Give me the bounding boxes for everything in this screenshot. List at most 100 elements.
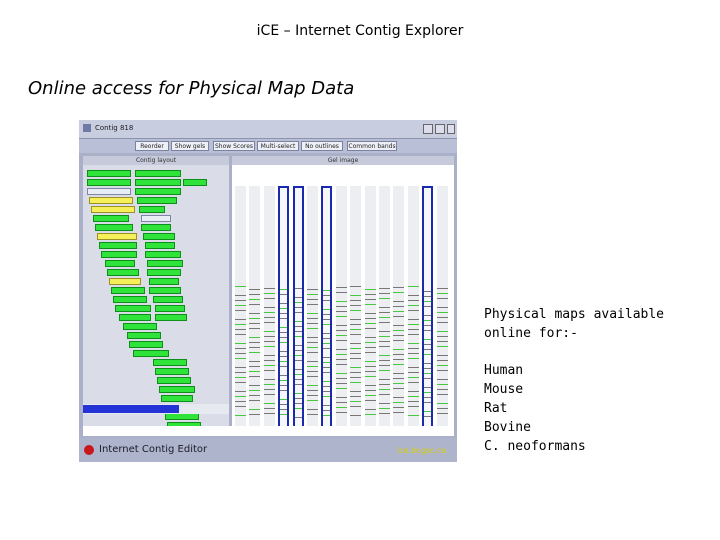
- clone-box[interactable]: [133, 350, 169, 357]
- clone-box[interactable]: [93, 215, 129, 222]
- show-gels-button[interactable]: Show gels: [171, 141, 209, 151]
- clone-box[interactable]: [127, 332, 161, 339]
- gel-lane[interactable]: [393, 186, 405, 432]
- gel-band: [307, 395, 318, 396]
- gel-band: [235, 324, 246, 325]
- gel-lane[interactable]: [379, 186, 390, 432]
- gel-band: [249, 400, 261, 401]
- clone-box[interactable]: [87, 170, 131, 177]
- clone-box[interactable]: [155, 305, 185, 312]
- gel-lane[interactable]: [235, 186, 246, 432]
- clone-box[interactable]: [153, 296, 183, 303]
- gel-band: [424, 392, 432, 393]
- clone-box[interactable]: [143, 233, 175, 240]
- clone-box-selected[interactable]: [109, 278, 141, 285]
- clone-box[interactable]: [111, 287, 145, 294]
- gel-band: [280, 409, 288, 410]
- gel-lane[interactable]: [292, 186, 304, 432]
- clone-box[interactable]: [149, 278, 179, 285]
- contig-layout-header: Contig layout: [83, 156, 229, 165]
- gel-band: [424, 296, 432, 297]
- clone-box[interactable]: [135, 170, 181, 177]
- clone-box[interactable]: [147, 269, 181, 276]
- clone-box[interactable]: [123, 323, 157, 330]
- toolbar: Reorder Show gels Show Scores Multi-sele…: [79, 139, 457, 153]
- clone-box[interactable]: [141, 224, 171, 231]
- clone-box[interactable]: [105, 260, 135, 267]
- maximize-icon[interactable]: [435, 124, 445, 134]
- gel-band: [393, 412, 405, 413]
- gel-lane[interactable]: [350, 186, 362, 432]
- gel-band: [350, 329, 362, 330]
- common-bands-button[interactable]: Common bands: [347, 141, 397, 151]
- gel-lane[interactable]: [364, 186, 376, 432]
- minimize-icon[interactable]: [423, 124, 433, 134]
- clone-box-selected[interactable]: [89, 197, 133, 204]
- gel-band: [323, 381, 331, 382]
- gel-band: [235, 396, 246, 397]
- clone-box[interactable]: [95, 224, 133, 231]
- clone-box[interactable]: [107, 269, 139, 276]
- clone-box[interactable]: [137, 197, 177, 204]
- gel-band: [335, 383, 347, 384]
- clone-box[interactable]: [165, 413, 199, 420]
- gel-lane[interactable]: [307, 186, 318, 432]
- no-outlines-button[interactable]: No outlines: [301, 141, 343, 151]
- clone-box[interactable]: [129, 341, 163, 348]
- clone-box[interactable]: [145, 251, 181, 258]
- clone-box[interactable]: [161, 395, 193, 402]
- gel-band: [249, 395, 261, 396]
- clone-box-selected[interactable]: [97, 233, 137, 240]
- gel-band: [263, 298, 275, 299]
- gel-band: [294, 336, 302, 337]
- gel-lane[interactable]: [249, 186, 261, 432]
- gel-lane[interactable]: [278, 186, 290, 432]
- clone-box[interactable]: [101, 251, 137, 258]
- gel-band: [350, 396, 362, 397]
- gel-lane[interactable]: [407, 186, 419, 432]
- multi-select-button[interactable]: Multi-select: [257, 141, 299, 151]
- clone-box[interactable]: [139, 206, 165, 213]
- clone-box[interactable]: [155, 314, 187, 321]
- clone-box-selected[interactable]: [91, 206, 135, 213]
- gel-lane[interactable]: [321, 186, 333, 432]
- reorder-button[interactable]: Reorder: [135, 141, 169, 151]
- clone-box[interactable]: [155, 368, 189, 375]
- clone-box[interactable]: [141, 215, 171, 222]
- gel-band: [323, 348, 331, 349]
- close-icon[interactable]: [447, 124, 455, 134]
- clone-box[interactable]: [147, 260, 183, 267]
- gel-band: [393, 349, 405, 350]
- show-scores-button[interactable]: Show Scores: [213, 141, 255, 151]
- gel-image-pane[interactable]: Gel image: [232, 156, 454, 436]
- clone-box[interactable]: [87, 179, 131, 186]
- gel-lane[interactable]: [436, 186, 448, 432]
- gel-lane[interactable]: [422, 186, 434, 432]
- gel-band: [249, 376, 261, 377]
- clone-box[interactable]: [113, 296, 147, 303]
- clone-box[interactable]: [153, 359, 187, 366]
- contig-layout-pane[interactable]: Contig layout: [83, 156, 229, 436]
- gel-band: [249, 385, 261, 386]
- gel-lane[interactable]: [263, 186, 275, 432]
- gel-band: [379, 336, 390, 337]
- horizontal-scrollbar[interactable]: [83, 404, 229, 414]
- gel-band: [249, 390, 261, 391]
- clone-box[interactable]: [87, 188, 131, 195]
- gel-band: [424, 325, 432, 326]
- gel-band: [280, 332, 288, 333]
- gel-band: [350, 300, 362, 301]
- clone-box[interactable]: [157, 377, 191, 384]
- clone-box[interactable]: [115, 305, 151, 312]
- gel-lane[interactable]: [335, 186, 347, 432]
- clone-box[interactable]: [99, 242, 137, 249]
- clone-box[interactable]: [159, 386, 195, 393]
- clone-box[interactable]: [145, 242, 175, 249]
- gel-band: [436, 307, 448, 308]
- scrollbar-thumb[interactable]: [83, 405, 179, 413]
- clone-box[interactable]: [135, 179, 181, 186]
- clone-box[interactable]: [149, 287, 181, 294]
- clone-box[interactable]: [119, 314, 151, 321]
- clone-box[interactable]: [183, 179, 207, 186]
- clone-box[interactable]: [135, 188, 181, 195]
